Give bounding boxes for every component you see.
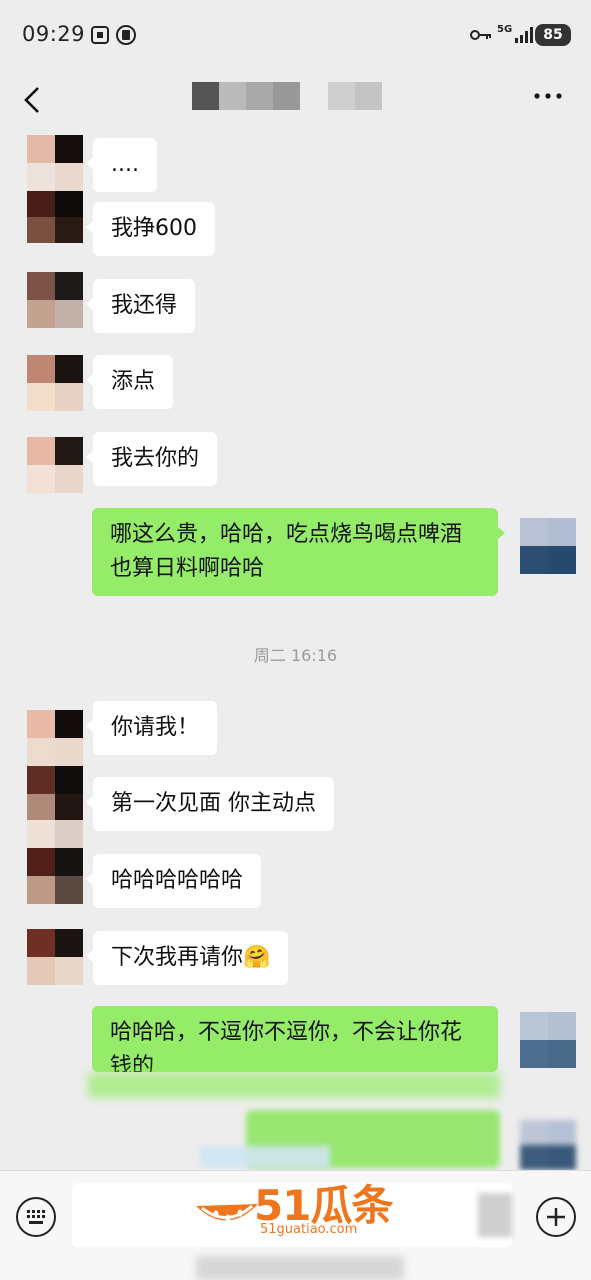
status-time: 09:29 — [22, 22, 86, 46]
contact-avatar[interactable] — [27, 191, 83, 243]
contact-avatar[interactable] — [27, 135, 83, 191]
contact-avatar[interactable] — [27, 766, 83, 822]
time-divider: 周二 16:16 — [253, 646, 338, 665]
blurred-bubble-tail — [88, 1072, 500, 1098]
chat-header — [0, 70, 591, 130]
blurred-strip — [200, 1146, 330, 1168]
message-bubble[interactable]: 我还得 — [85, 279, 196, 333]
watermark-logo: 51瓜条 51guatiao.com — [192, 1172, 402, 1240]
status-bar: 09:29 5G 85 — [0, 0, 591, 70]
message-bubble-self[interactable]: 哈哈哈，不逗你不逗你，不会让你花钱的 — [92, 1006, 498, 1072]
contact-avatar[interactable] — [27, 355, 83, 411]
message-bubble[interactable]: 你请我！ — [85, 701, 218, 755]
contact-name-redacted — [192, 82, 382, 110]
self-avatar[interactable] — [520, 1012, 576, 1068]
more-icon[interactable] — [533, 92, 563, 100]
contact-avatar[interactable] — [27, 929, 83, 985]
message-bubble[interactable]: 我挣600 — [86, 202, 215, 256]
message-bubble[interactable]: 添点 — [85, 355, 174, 409]
message-text: 下次我再请你 — [111, 945, 244, 970]
contact-avatar[interactable] — [27, 437, 83, 493]
message-bubble[interactable]: 下次我再请你🤗 — [85, 931, 289, 985]
screenshot-icon — [91, 26, 109, 44]
network-label: 5G — [497, 24, 513, 35]
hug-emoji: 🤗 — [243, 945, 271, 970]
contact-avatar[interactable] — [27, 710, 83, 766]
message-bubble[interactable]: 我去你的 — [85, 432, 218, 486]
watermelon-icon — [196, 1204, 258, 1222]
keyboard-icon[interactable] — [16, 1197, 56, 1237]
key-icon — [470, 30, 491, 40]
message-bubble[interactable]: 哈哈哈哈哈哈 — [85, 854, 262, 908]
sim-icon — [116, 25, 136, 45]
contact-avatar — [27, 820, 83, 848]
message-bubble-self[interactable]: 哪这么贵，哈哈，吃点烧鸟喝点啤酒也算日料啊哈哈 — [92, 508, 505, 596]
battery-icon: 85 — [535, 24, 571, 46]
add-icon[interactable] — [536, 1197, 576, 1237]
blurred-emoji-button — [478, 1193, 512, 1237]
contact-avatar[interactable] — [27, 272, 83, 328]
signal-icon — [515, 27, 533, 43]
back-arrow-icon[interactable] — [20, 80, 50, 120]
message-bubble[interactable]: 第一次见面 你主动点 — [86, 777, 334, 831]
contact-avatar[interactable] — [27, 848, 83, 904]
blurred-strip — [196, 1256, 404, 1280]
watermark-url: 51guatiao.com — [260, 1222, 358, 1237]
message-bubble[interactable]: .... — [86, 138, 157, 192]
self-avatar[interactable] — [520, 518, 576, 574]
self-avatar — [520, 1120, 576, 1170]
